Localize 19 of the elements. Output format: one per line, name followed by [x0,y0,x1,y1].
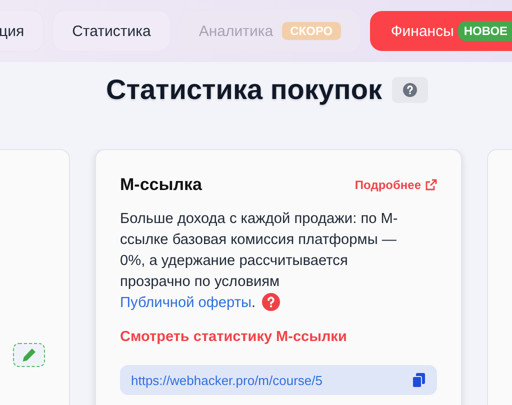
nav-tab[interactable]: Статистика [53,11,170,51]
offer-link[interactable]: Публичной оферты [120,295,252,311]
nav-tab[interactable]: Финансы НОВОЕ [370,11,512,51]
card-title: М-ссылка [120,175,202,195]
help-icon[interactable] [262,293,280,311]
pencil-icon [21,347,37,363]
tab-badge: СКОРО [282,22,341,40]
copy-icon[interactable] [412,372,426,388]
external-link-icon [425,179,437,191]
nav-tab[interactable]: ция [0,11,44,51]
stats-link[interactable]: Смотреть статистику М-ссылки [120,329,437,345]
more-link[interactable]: Подробнее [354,178,437,192]
tab-badge: НОВОЕ [458,21,512,41]
edit-button[interactable] [13,343,45,367]
help-icon [402,83,417,97]
url-field[interactable]: https://webhacker.pro/m/course/5 [120,365,437,395]
description: Больше дохода с каждой продажи: по М-ссылке базовая комиссия платформы — 0%, а удержание рассчитывается прозрачно по условиям Публичной оферты. [120,210,399,313]
help-button[interactable] [392,77,428,103]
page-title: Статистика покупок [106,74,382,106]
